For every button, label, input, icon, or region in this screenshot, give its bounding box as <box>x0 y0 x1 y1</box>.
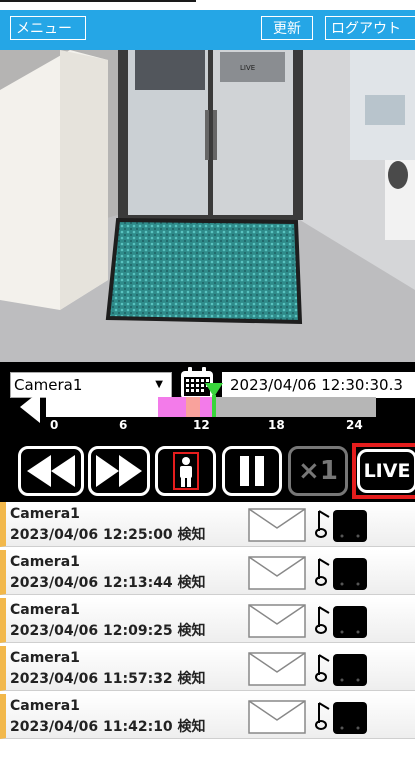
device-icon[interactable] <box>332 653 368 687</box>
sound-icon[interactable] <box>315 555 333 589</box>
device-icon[interactable] <box>332 557 368 591</box>
sound-icon[interactable] <box>315 651 333 685</box>
speed-button[interactable]: ×1 <box>288 446 348 496</box>
timeline-tick: 12 <box>193 418 210 432</box>
dropdown-arrow-icon: ▼ <box>155 379 163 390</box>
event-item[interactable]: Camera1 2023/04/06 12:25:00 検知 <box>0 502 415 547</box>
event-item[interactable]: Camera1 2023/04/06 12:09:25 検知 <box>0 598 415 643</box>
event-list: Camera1 2023/04/06 12:25:00 検知 Camera1 2… <box>0 502 415 769</box>
device-icon[interactable] <box>332 509 368 543</box>
event-time: 2023/04/06 11:42:10 検知 <box>10 719 206 735</box>
timeline-tick: 24 <box>346 418 363 432</box>
camera-view[interactable]: LIVE <box>0 50 415 362</box>
live-button[interactable]: LIVE <box>352 443 415 499</box>
door-sign: LIVE <box>240 64 255 72</box>
event-camera: Camera1 <box>10 698 80 714</box>
event-camera: Camera1 <box>10 650 80 666</box>
sound-icon[interactable] <box>315 603 333 637</box>
pause-icon <box>240 456 264 486</box>
event-time: 2023/04/06 12:25:00 検知 <box>10 527 206 543</box>
event-camera: Camera1 <box>10 602 80 618</box>
event-camera: Camera1 <box>10 506 80 522</box>
camera-feed-image: LIVE <box>0 50 415 362</box>
event-time: 2023/04/06 11:57:32 検知 <box>10 671 206 687</box>
mail-icon[interactable] <box>248 652 306 686</box>
person-detection-button[interactable] <box>155 446 216 496</box>
device-icon[interactable] <box>332 605 368 639</box>
event-item[interactable]: Camera1 2023/04/06 11:57:32 検知 <box>0 646 415 691</box>
header-bar: メニュー 更新 ログアウト <box>0 10 415 50</box>
device-icon[interactable] <box>332 701 368 735</box>
event-time: 2023/04/06 12:13:44 検知 <box>10 575 206 591</box>
logout-button[interactable]: ログアウト <box>325 16 415 40</box>
timeline-future-segment <box>212 397 376 417</box>
timeline-event-segment <box>186 397 200 417</box>
timeline-tick: 6 <box>119 418 128 432</box>
timeline-back-icon[interactable] <box>18 391 42 423</box>
refresh-button[interactable]: 更新 <box>261 16 313 40</box>
rewind-icon <box>27 455 75 487</box>
live-button-label: LIVE <box>357 449 415 493</box>
timeline-tick: 0 <box>50 418 59 432</box>
rewind-button[interactable] <box>18 446 84 496</box>
sound-icon[interactable] <box>315 699 333 733</box>
fast-forward-button[interactable] <box>88 446 150 496</box>
mail-icon[interactable] <box>248 604 306 638</box>
event-item[interactable]: Camera1 2023/04/06 11:42:10 検知 <box>0 694 415 739</box>
datetime-display[interactable]: 2023/04/06 12:30:30.3 <box>222 372 415 398</box>
menu-button[interactable]: メニュー <box>10 16 86 40</box>
event-time: 2023/04/06 12:09:25 検知 <box>10 623 206 639</box>
event-item[interactable]: Camera1 2023/04/06 12:13:44 検知 <box>0 550 415 595</box>
timeline-tick: 18 <box>268 418 285 432</box>
pause-button[interactable] <box>222 446 282 496</box>
event-camera: Camera1 <box>10 554 80 570</box>
mail-icon[interactable] <box>248 556 306 590</box>
top-underline <box>0 0 196 2</box>
timeline-position-marker[interactable] <box>204 383 224 419</box>
fast-forward-icon <box>96 455 142 487</box>
person-detection-icon <box>172 452 199 490</box>
sound-icon[interactable] <box>315 507 333 541</box>
mail-icon[interactable] <box>248 508 306 542</box>
mail-icon[interactable] <box>248 700 306 734</box>
